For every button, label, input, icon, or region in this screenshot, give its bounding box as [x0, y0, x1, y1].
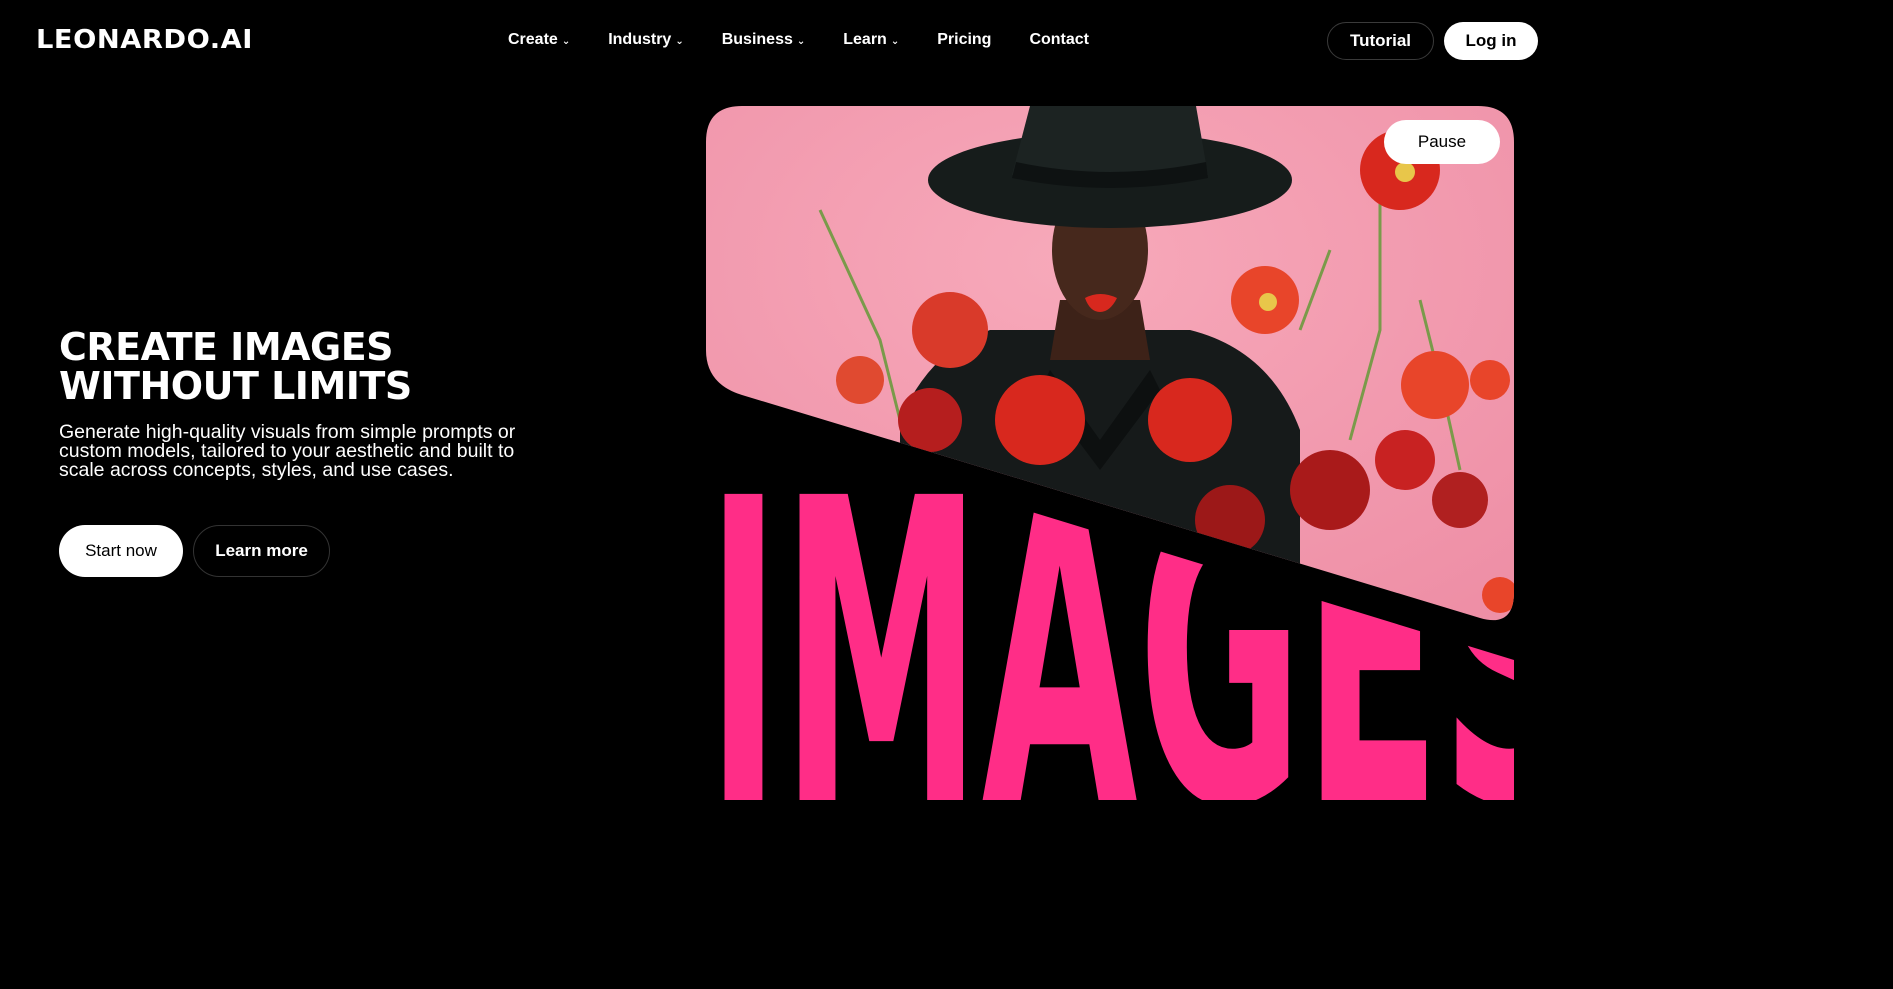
nav-industry-label: Industry	[608, 31, 672, 48]
nav-business[interactable]: Business ⌄	[722, 30, 806, 50]
hero-title-line-2: WITHOUT LIMITS	[59, 364, 412, 408]
nav-create[interactable]: Create ⌄	[508, 30, 570, 50]
nav-pricing-label: Pricing	[937, 31, 992, 48]
main-nav: Create ⌄ Industry ⌄ Business ⌄ Learn ⌄ P…	[508, 30, 1127, 50]
nav-learn[interactable]: Learn ⌄	[843, 30, 899, 50]
chevron-down-icon: ⌄	[796, 35, 806, 47]
nav-pricing[interactable]: Pricing	[937, 30, 991, 50]
nav-industry[interactable]: Industry ⌄	[608, 30, 684, 50]
hero-title: CREATE IMAGES WITHOUT LIMITS	[59, 328, 412, 406]
chevron-down-icon: ⌄	[890, 35, 900, 47]
nav-contact-label: Contact	[1029, 31, 1090, 48]
start-now-button[interactable]: Start now	[59, 525, 183, 577]
hero-subtitle: Generate high-quality visuals from simpl…	[59, 421, 516, 481]
hero-media: IMAGES	[706, 106, 1514, 800]
tutorial-button[interactable]: Tutorial	[1327, 22, 1434, 60]
nav-create-label: Create	[508, 31, 558, 48]
logo[interactable]: LEONARDO.AI	[36, 25, 253, 55]
nav-business-label: Business	[721, 31, 793, 48]
hero-title-line-1: CREATE IMAGES	[59, 325, 394, 369]
login-button[interactable]: Log in	[1444, 22, 1538, 60]
chevron-down-icon: ⌄	[675, 35, 684, 47]
page: LEONARDO.AI Create ⌄ Industry ⌄ Business…	[0, 0, 1568, 819]
nav-learn-label: Learn	[843, 31, 887, 48]
chevron-down-icon: ⌄	[561, 35, 571, 47]
nav-contact[interactable]: Contact	[1029, 30, 1089, 50]
pause-button[interactable]: Pause	[1384, 120, 1500, 164]
learn-more-button[interactable]: Learn more	[193, 525, 330, 577]
